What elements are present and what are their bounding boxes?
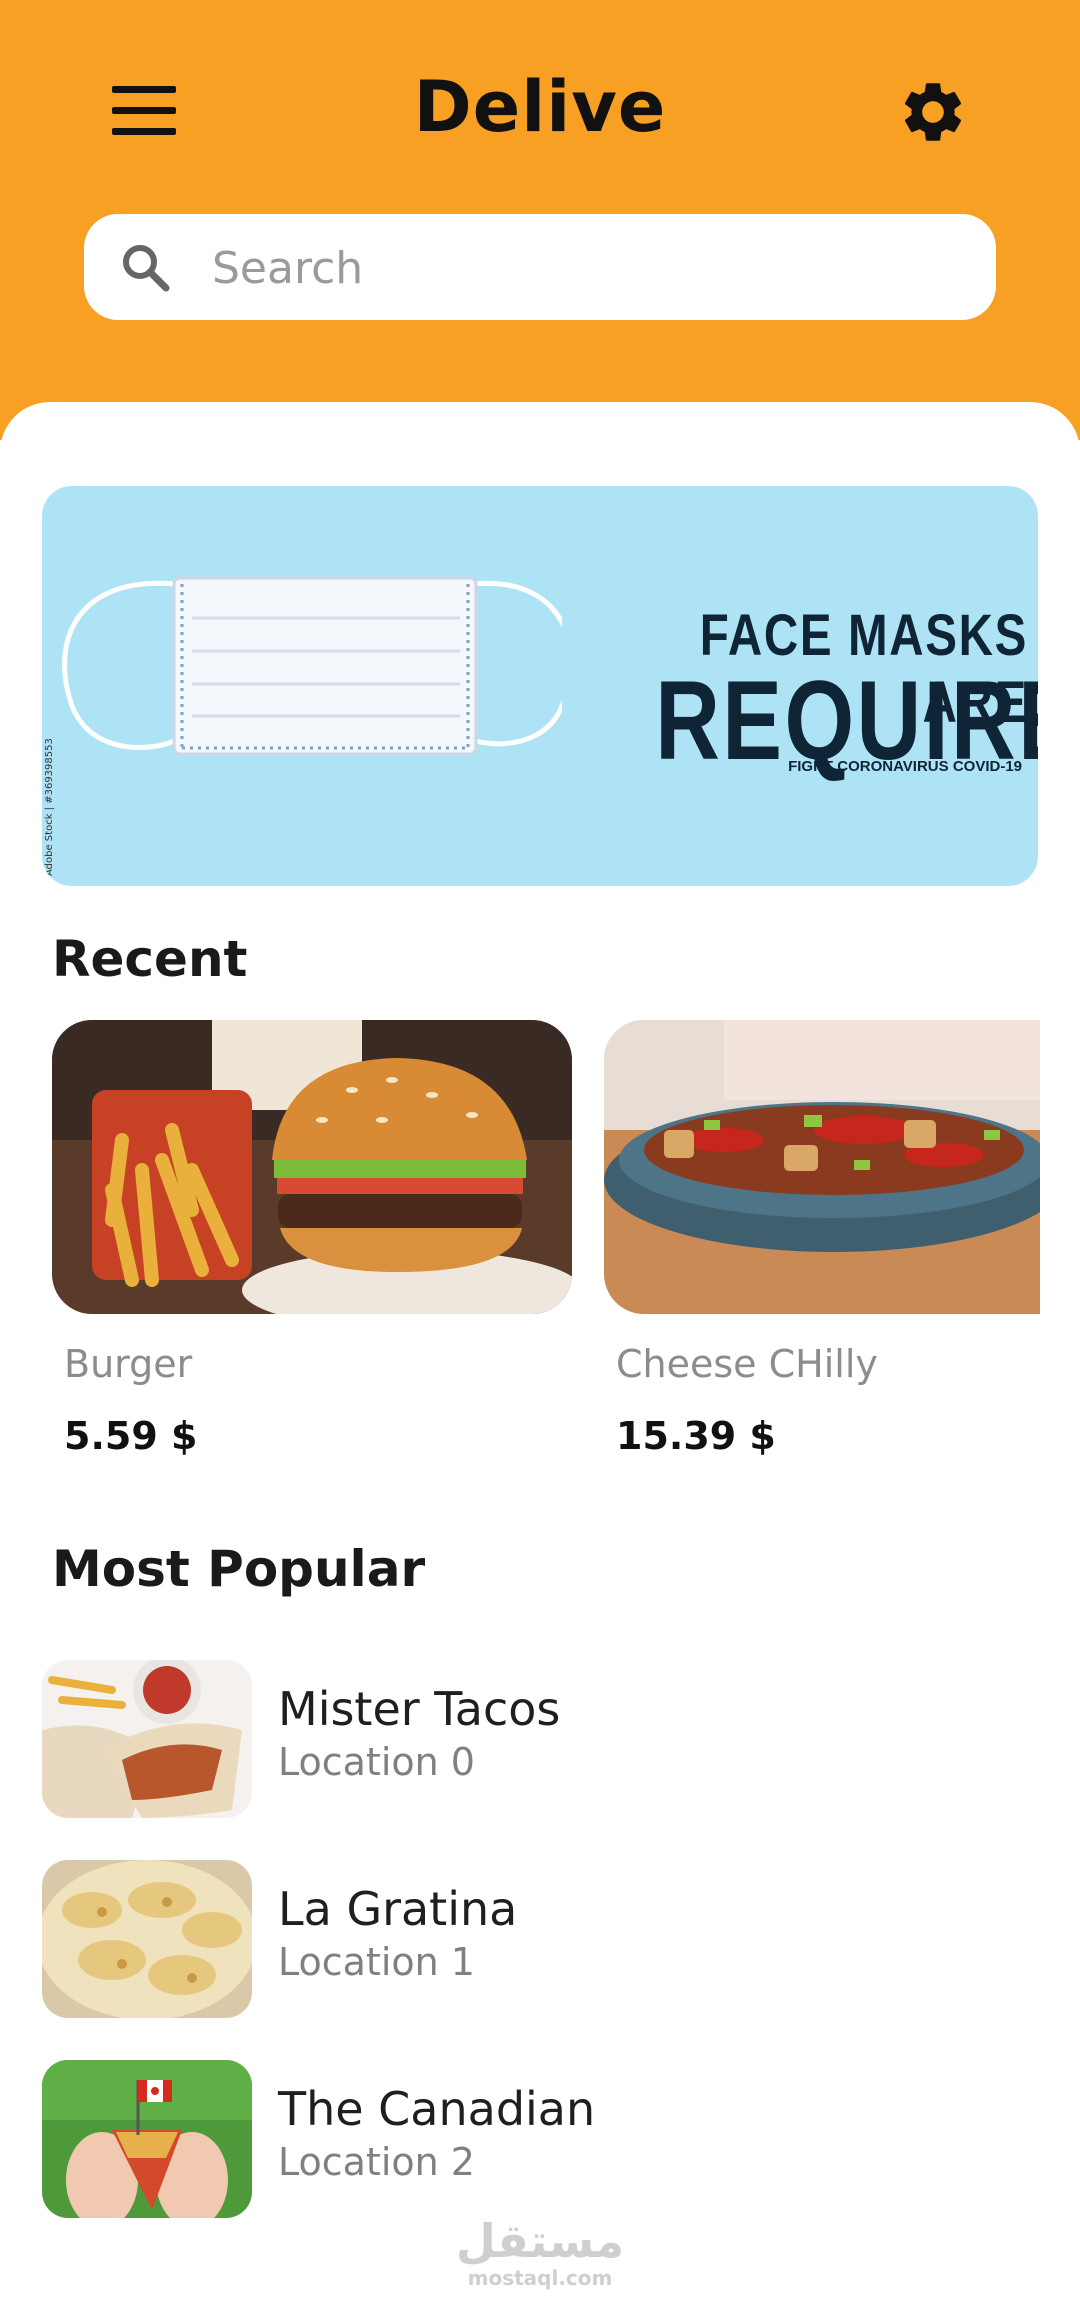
popular-item-location: Location 1: [278, 1940, 475, 1984]
search-bar[interactable]: [84, 214, 996, 320]
recent-item-price: 15.39 $: [616, 1414, 776, 1458]
burger-image: [52, 1020, 572, 1314]
la-gratina-thumbnail: [42, 1860, 252, 2018]
recent-card-burger[interactable]: Burger 5.59 $: [52, 1020, 572, 1480]
popular-item-name: The Canadian: [278, 2082, 596, 2136]
mister-tacos-thumbnail: [42, 1660, 252, 1818]
face-mask-banner[interactable]: FACE MASKS ARE REQUIRED FIGHT CORONAVIRU…: [42, 486, 1038, 886]
recent-section-title: Recent: [52, 930, 248, 988]
search-input[interactable]: [210, 232, 954, 304]
cheese-chilly-image: [604, 1020, 1040, 1314]
recent-item-name: Burger: [64, 1342, 193, 1386]
mostaql-watermark: مستقل mostaql.com: [0, 2216, 1080, 2290]
recent-item-price: 5.59 $: [64, 1414, 198, 1458]
most-popular-section-title: Most Popular: [52, 1540, 426, 1598]
the-canadian-thumbnail: [42, 2060, 252, 2218]
recent-item-name: Cheese CHilly: [616, 1342, 878, 1386]
face-mask-illustration: [62, 576, 562, 756]
popular-item-name: La Gratina: [278, 1882, 518, 1936]
popular-item-the-canadian[interactable]: The Canadian Location 2: [40, 2060, 1000, 2220]
gear-icon[interactable]: [897, 76, 969, 148]
popular-item-location: Location 0: [278, 1740, 475, 1784]
banner-stock-credit: Adobe Stock | #369398553: [44, 738, 55, 876]
popular-item-name: Mister Tacos: [278, 1682, 561, 1736]
banner-subtitle: FIGHT CORONAVIRUS COVID-19: [788, 758, 1022, 775]
popular-item-la-gratina[interactable]: La Gratina Location 1: [40, 1860, 1000, 2020]
watermark-arabic: مستقل: [455, 2214, 625, 2268]
recent-card-cheese-chilly[interactable]: Cheese CHilly 15.39 $: [604, 1020, 1040, 1480]
popular-item-mister-tacos[interactable]: Mister Tacos Location 0: [40, 1660, 1000, 1820]
popular-item-location: Location 2: [278, 2140, 475, 2184]
app-header: Delive: [0, 0, 1080, 440]
watermark-latin: mostaql.com: [467, 2266, 613, 2290]
search-icon: [120, 242, 172, 294]
